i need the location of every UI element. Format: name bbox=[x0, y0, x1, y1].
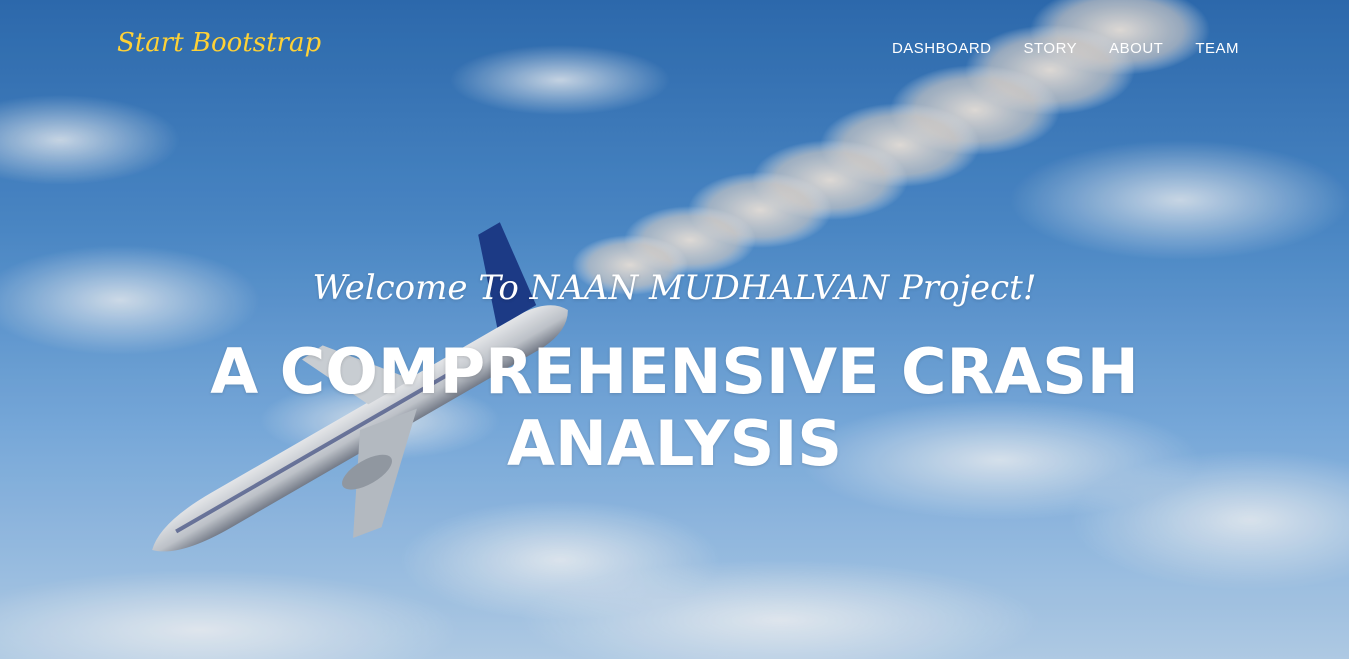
nav-link-dashboard[interactable]: DASHBOARD bbox=[892, 40, 992, 57]
nav-item-team: TEAM bbox=[1195, 38, 1239, 57]
nav-item-dashboard: DASHBOARD bbox=[892, 38, 992, 57]
main-navbar: Start Bootstrap DASHBOARD STORY ABOUT TE… bbox=[0, 0, 1349, 96]
nav-item-story: STORY bbox=[1024, 38, 1078, 57]
hero-heading: A COMPREHENSIVE CRASH ANALYSIS bbox=[210, 335, 1139, 480]
nav-link-team[interactable]: TEAM bbox=[1195, 40, 1239, 57]
hero-intro: Welcome To NAAN MUDHALVAN Project! A COM… bbox=[0, 268, 1349, 480]
brand-logo-link[interactable]: Start Bootstrap bbox=[117, 28, 321, 58]
nav-item-about: ABOUT bbox=[1109, 38, 1163, 57]
nav-link-story[interactable]: STORY bbox=[1024, 40, 1078, 57]
nav-link-about[interactable]: ABOUT bbox=[1109, 40, 1163, 57]
hero-masthead: Start Bootstrap DASHBOARD STORY ABOUT TE… bbox=[0, 0, 1349, 659]
nav-menu: DASHBOARD STORY ABOUT TEAM bbox=[892, 38, 1239, 57]
hero-lead-in: Welcome To NAAN MUDHALVAN Project! bbox=[312, 268, 1037, 308]
